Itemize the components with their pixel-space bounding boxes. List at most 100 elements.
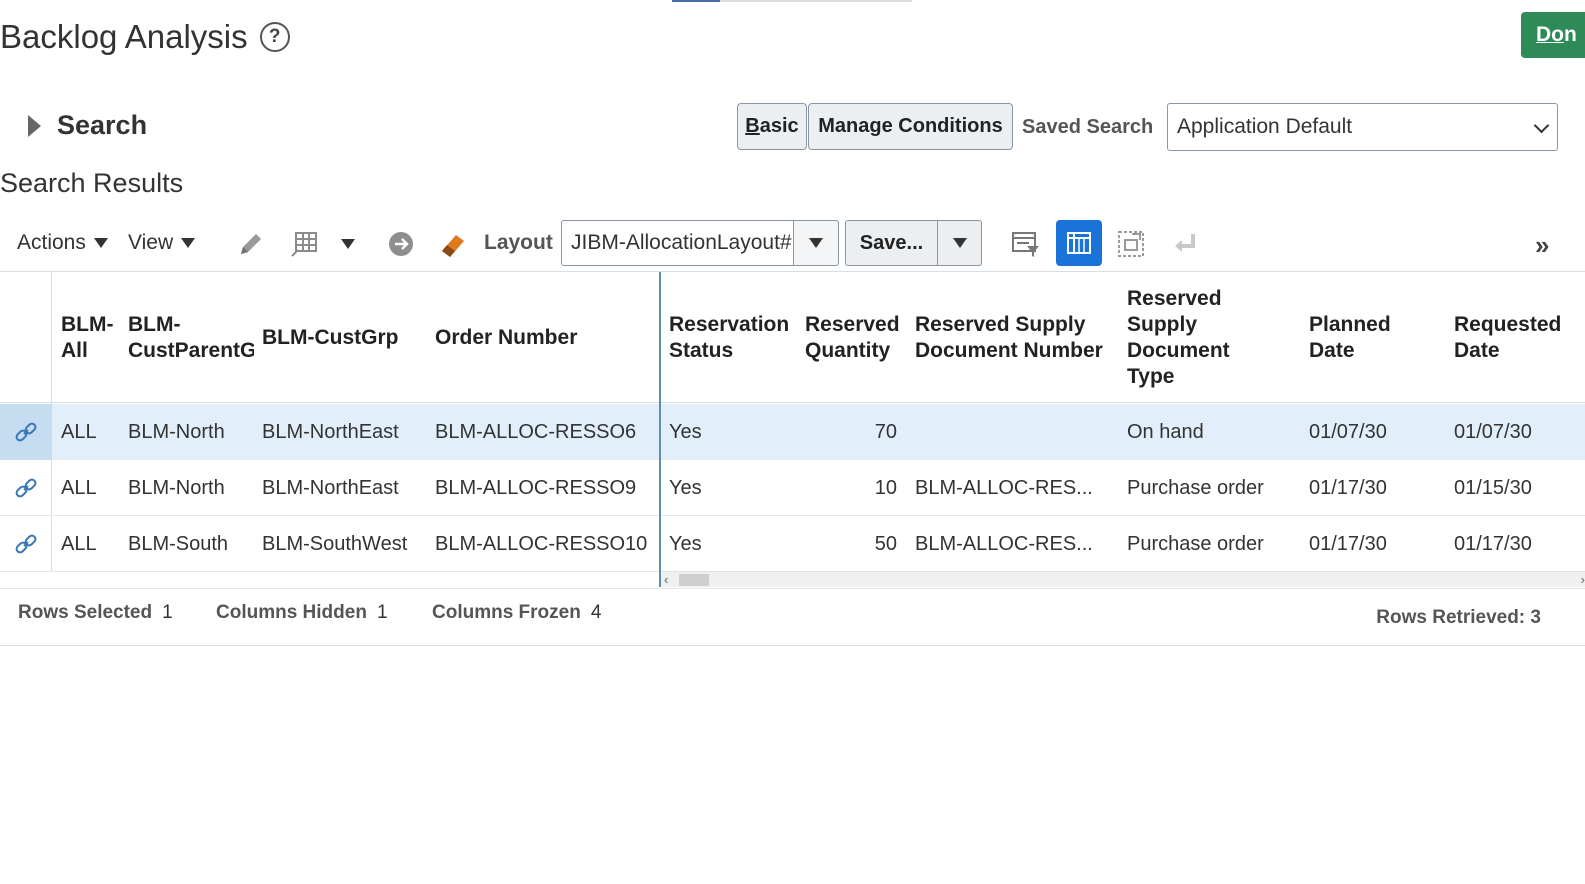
actions-menu-label: Actions xyxy=(17,231,86,254)
layout-select[interactable]: JIBM-AllocationLayout# xyxy=(561,220,794,266)
column-header-blm-all[interactable]: BLM-All xyxy=(61,272,123,403)
freeze-columns-icon[interactable] xyxy=(1056,220,1102,266)
cell-blm-all: ALL xyxy=(61,476,97,499)
cell-requested-date: 01/17/30 xyxy=(1454,532,1532,555)
query-filter-icon[interactable] xyxy=(1011,229,1041,259)
cell-reserved-quantity: 70 xyxy=(874,420,897,443)
column-header-reserved-supply-doc-type[interactable]: Reserved Supply Document Type xyxy=(1127,272,1257,403)
cell-planned-date: 01/17/30 xyxy=(1309,476,1387,499)
chevron-down-icon xyxy=(1533,117,1550,134)
cell-reserved-supply-doc-type: Purchase order xyxy=(1127,476,1264,499)
search-results-title: Search Results xyxy=(0,168,184,198)
view-menu-label: View xyxy=(128,231,174,254)
table-status-bar: Rows Selected 1 Columns Hidden 1 Columns F… xyxy=(0,588,1585,646)
column-header-requested-date[interactable]: Requested Date xyxy=(1454,272,1585,403)
caret-down-icon xyxy=(181,238,196,248)
page-title: Backlog Analysis xyxy=(0,18,248,55)
cell-reserved-supply-doc-number xyxy=(915,404,1115,460)
cell-blm-custgrp: BLM-NorthEast xyxy=(262,476,399,499)
columns-hidden-status: Columns Hidden 1 xyxy=(216,602,388,624)
columns-frozen-label: Columns Frozen xyxy=(432,602,581,623)
cell-requested-date: 01/07/30 xyxy=(1454,420,1532,443)
go-arrow-icon[interactable] xyxy=(386,229,416,259)
columns-hidden-label: Columns Hidden xyxy=(216,602,367,623)
cell-order-number: BLM-ALLOC-RESSO6 xyxy=(435,420,637,443)
saved-search-label: Saved Search xyxy=(1022,116,1154,138)
cell-blm-custparent: BLM-North xyxy=(128,476,225,499)
row-link-icon[interactable] xyxy=(0,460,52,516)
rows-retrieved-status: Rows Retrieved: 3 xyxy=(1376,607,1541,628)
help-icon[interactable]: ? xyxy=(259,22,290,52)
caret-down-icon xyxy=(809,238,823,248)
basic-button[interactable]: Basic xyxy=(737,103,807,150)
table-row[interactable]: ALL BLM-South BLM-SouthWest BLM-ALLOC-RESSO… xyxy=(0,516,1585,572)
rows-selected-status: Rows Selected 1 xyxy=(18,602,173,624)
cell-blm-all: ALL xyxy=(61,532,97,555)
saved-search-select[interactable]: Application Default xyxy=(1167,103,1558,151)
expand-triangle-icon xyxy=(28,114,41,137)
column-grid-icon[interactable] xyxy=(289,229,319,259)
columns-frozen-status: Columns Frozen 4 xyxy=(432,602,601,624)
cell-blm-custparent: BLM-North xyxy=(128,420,225,443)
search-disclosure[interactable]: Search xyxy=(28,110,147,141)
column-header-blm-custparent[interactable]: BLM-CustParentG xyxy=(128,272,254,403)
save-dropdown-button[interactable] xyxy=(937,220,982,266)
scrollbar-thumb[interactable] xyxy=(679,574,709,586)
column-header-reserved-quantity[interactable]: Reserved Quantity xyxy=(805,272,909,403)
cell-reserved-supply-doc-number: BLM-ALLOC-RES... xyxy=(915,476,1093,499)
actions-menu[interactable]: Actions xyxy=(17,218,108,268)
cell-order-number: BLM-ALLOC-RESSO9 xyxy=(435,476,637,499)
scroll-right-icon[interactable]: › xyxy=(1581,572,1585,587)
column-header-reserved-supply-doc-number[interactable]: Reserved Supply Document Number xyxy=(915,272,1115,403)
cell-reservation-status: Yes xyxy=(669,420,702,443)
table-row[interactable]: ALL BLM-North BLM-NorthEast BLM-ALLOC-RESSO… xyxy=(0,460,1585,516)
cell-requested-date: 01/15/30 xyxy=(1454,476,1532,499)
title-row: Backlog Analysis ? xyxy=(0,14,290,60)
page: Backlog Analysis ? Do n Search Basic Mana… xyxy=(0,0,1585,884)
basic-accel: B xyxy=(745,115,760,137)
done-button[interactable]: Do n xyxy=(1521,12,1585,58)
column-header-blm-custgrp[interactable]: BLM-CustGrp xyxy=(262,272,422,403)
horizontal-scrollbar[interactable]: ‹ › xyxy=(661,571,1585,587)
layout-label: Layout xyxy=(484,231,553,254)
caret-down-icon xyxy=(952,238,967,248)
scroll-left-icon[interactable]: ‹ xyxy=(664,572,668,587)
row-link-icon[interactable] xyxy=(0,404,52,460)
overflow-chevrons-icon[interactable]: » xyxy=(1535,230,1549,261)
cell-order-number: BLM-ALLOC-RESSO10 xyxy=(435,532,648,555)
table-header: BLM-All BLM-CustParentG BLM-CustGrp Orde… xyxy=(0,272,1585,403)
save-layout-button[interactable]: Save... xyxy=(845,220,938,266)
frozen-column-divider xyxy=(659,272,661,587)
results-toolbar: Actions View Layout JIBM-AllocationLayou… xyxy=(0,218,1585,268)
cell-reserved-quantity: 50 xyxy=(874,532,897,555)
cell-blm-custgrp: BLM-NorthEast xyxy=(262,420,399,443)
view-menu[interactable]: View xyxy=(128,218,196,268)
clear-eraser-icon[interactable] xyxy=(438,229,468,259)
cell-blm-all: ALL xyxy=(61,420,97,443)
layout-dropdown-button[interactable] xyxy=(793,220,839,266)
table-row[interactable]: ALL BLM-North BLM-NorthEast BLM-ALLOC-RESSO… xyxy=(0,404,1585,460)
cell-reservation-status: Yes xyxy=(669,476,702,499)
column-header-reservation-status[interactable]: Reservation Status xyxy=(669,272,799,403)
cell-reserved-supply-doc-number: BLM-ALLOC-RES... xyxy=(915,532,1093,555)
manage-conditions-button[interactable]: Manage Conditions xyxy=(808,103,1013,150)
cell-planned-date: 01/07/30 xyxy=(1309,420,1387,443)
detach-icon[interactable] xyxy=(1116,229,1146,259)
wrap-icon[interactable] xyxy=(1170,229,1200,259)
done-button-accel: n xyxy=(1564,23,1577,46)
caret-down-icon[interactable] xyxy=(333,229,363,259)
row-link-icon[interactable] xyxy=(0,516,52,572)
edit-pencil-icon[interactable] xyxy=(236,229,266,259)
saved-search-value: Application Default xyxy=(1177,115,1353,138)
column-header-planned-date[interactable]: Planned Date xyxy=(1309,272,1419,403)
rows-selected-label: Rows Selected xyxy=(18,602,153,623)
top-progress-strip xyxy=(672,0,912,2)
columns-frozen-value: 4 xyxy=(590,602,602,623)
column-header-order-number[interactable]: Order Number xyxy=(435,272,655,403)
cell-reserved-quantity: 10 xyxy=(874,476,897,499)
rows-selected-value: 1 xyxy=(162,602,173,623)
cell-reserved-supply-doc-type: On hand xyxy=(1127,420,1204,443)
cell-reservation-status: Yes xyxy=(669,532,702,555)
done-button-label: Do xyxy=(1536,23,1564,46)
cell-blm-custgrp: BLM-SouthWest xyxy=(262,532,408,555)
